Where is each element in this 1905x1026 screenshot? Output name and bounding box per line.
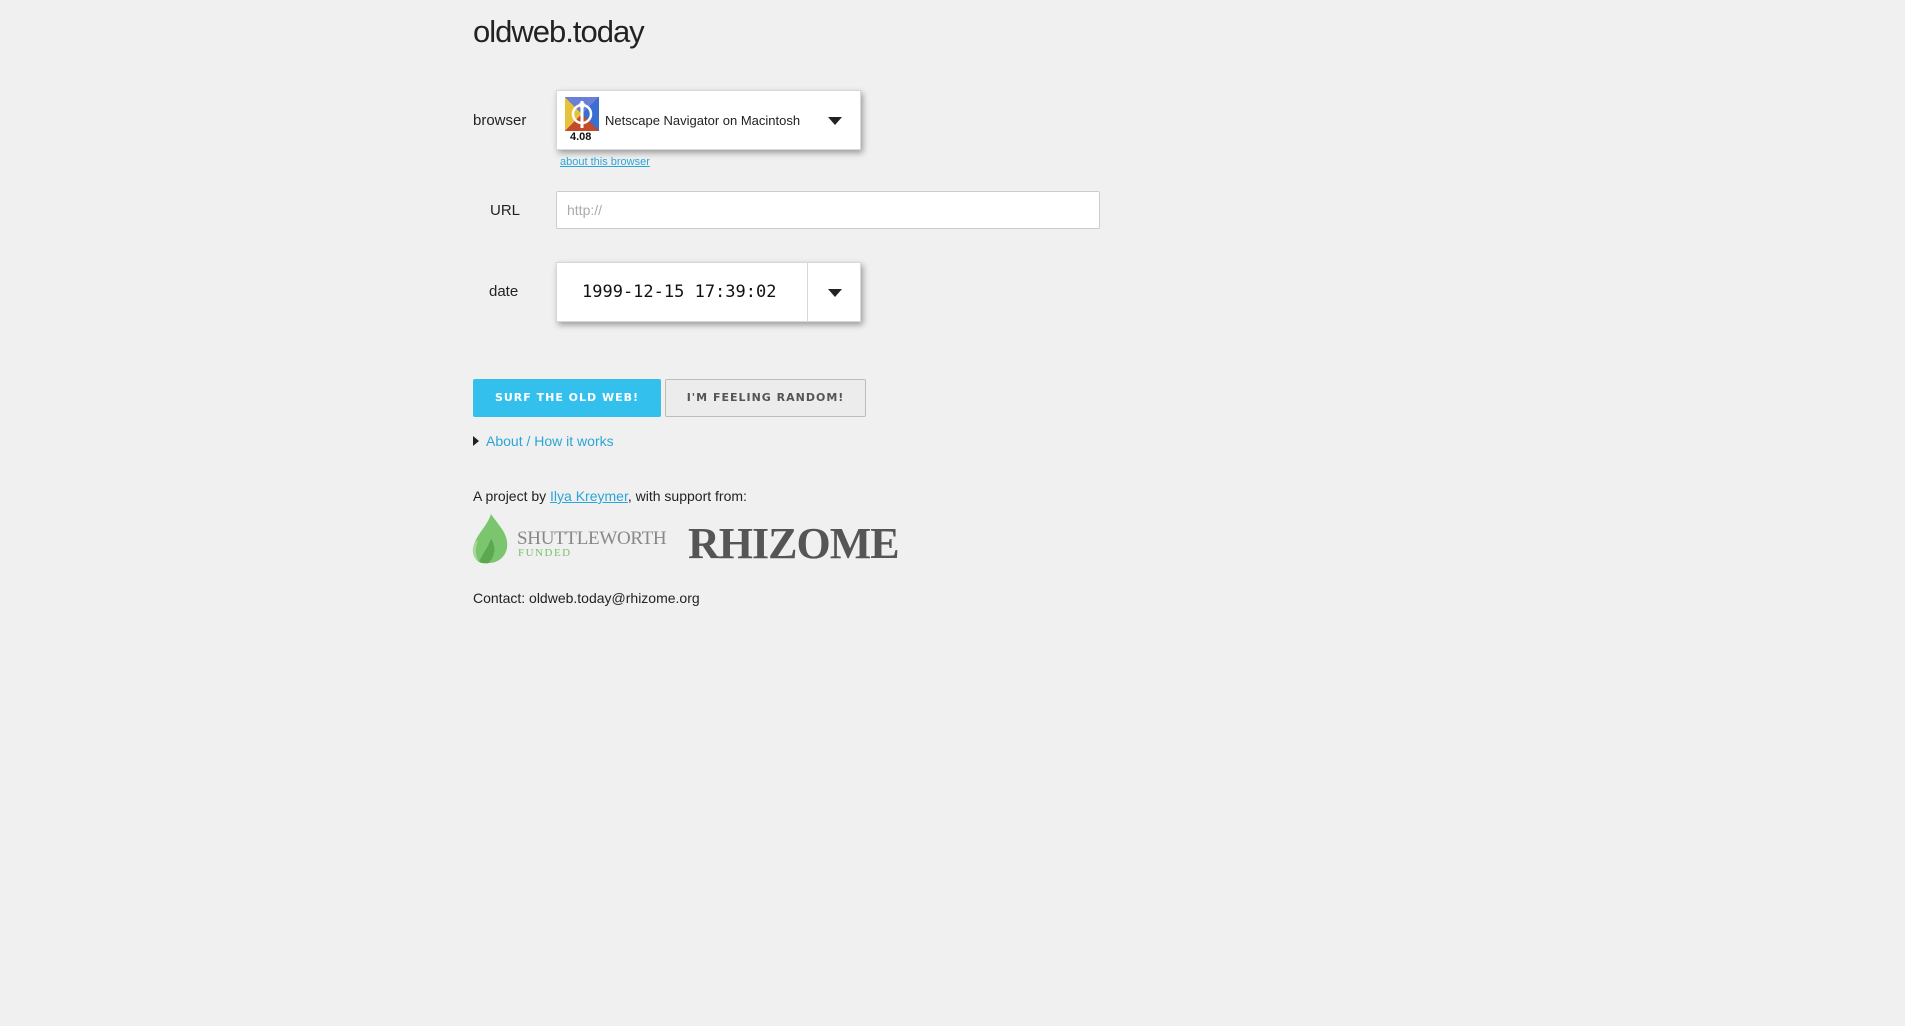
surf-button[interactable]: SURF THE OLD WEB! (473, 379, 661, 417)
browser-select[interactable]: 4.08 Netscape Navigator on Macintosh (556, 90, 861, 150)
project-credit: A project by Ilya Kreymer, with support … (473, 488, 747, 504)
date-select[interactable]: 1999-12-15 17:39:02 (556, 262, 861, 322)
shuttleworth-funded: FUNDED (518, 547, 572, 559)
chevron-down-icon (828, 117, 842, 125)
netscape-navigator-icon (565, 97, 599, 131)
triangle-right-icon (473, 436, 479, 446)
url-input[interactable] (556, 191, 1100, 229)
date-label: date (489, 283, 519, 300)
browser-version: 4.08 (570, 131, 592, 143)
page: oldweb.today browser 4.08 Netscape Navig… (0, 0, 1905, 1026)
contact-text: Contact: oldweb.today@rhizome.org (473, 590, 700, 606)
author-link[interactable]: Ilya Kreymer (550, 488, 628, 504)
date-divider (807, 263, 808, 321)
shuttleworth-logo[interactable]: SHUTTLEWORTH FUNDED (469, 512, 667, 564)
random-button[interactable]: I'M FEELING RANDOM! (665, 379, 866, 417)
rhizome-logo[interactable]: RHIZOME (688, 518, 900, 569)
about-toggle-label: About / How it works (486, 433, 614, 449)
credit-suffix: , with support from: (627, 488, 747, 504)
date-value: 1999-12-15 17:39:02 (582, 282, 777, 302)
browser-name: Netscape Navigator on Macintosh (605, 113, 801, 128)
url-label: URL (490, 202, 521, 219)
site-title: oldweb.today (473, 14, 645, 49)
flame-leaf-icon (472, 514, 508, 564)
credit-prefix: A project by (473, 488, 551, 504)
chevron-down-icon (828, 289, 842, 297)
about-browser-link[interactable]: about this browser (560, 156, 650, 168)
browser-label: browser (473, 112, 527, 129)
